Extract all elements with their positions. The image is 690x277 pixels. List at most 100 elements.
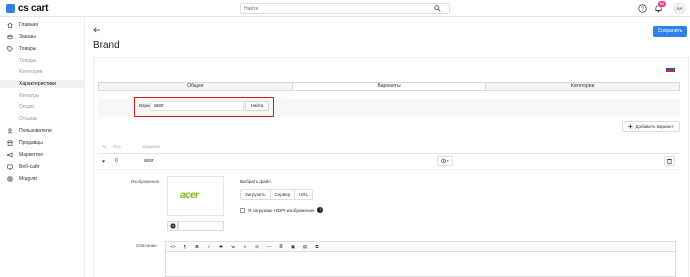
sidebar-subitem-categories[interactable]: Категории	[0, 68, 85, 76]
image-button[interactable]: ▣	[289, 243, 297, 250]
unordered-list-button[interactable]: ≔	[229, 243, 237, 250]
image-label: Изображение	[131, 179, 160, 184]
horizontal-rule-button[interactable]: —	[265, 243, 273, 250]
bold-button[interactable]: B	[193, 243, 201, 250]
upload-button-group: Загрузить Сервер URL	[240, 189, 314, 200]
sidebar-item-products[interactable]: Товары	[0, 45, 85, 53]
tab-general[interactable]: Общее	[99, 83, 293, 90]
ordered-list-button[interactable]: ≡	[241, 243, 249, 250]
alt-text-button[interactable]	[167, 221, 178, 231]
column-header-variant: Вариант	[143, 144, 161, 149]
sidebar-item-label: Маркетинг	[19, 152, 44, 158]
sidebar-item-label: Категории	[19, 69, 43, 75]
tabs: Общее Варианты Категории	[98, 82, 680, 91]
acer-logo-image: acer	[180, 190, 199, 201]
help-icon[interactable]: ?	[638, 4, 647, 13]
question-icon[interactable]: ?	[317, 207, 324, 213]
sidebar-item-label: Опции	[19, 104, 35, 110]
orders-icon	[7, 34, 13, 40]
search-icon[interactable]	[434, 5, 441, 12]
comment-icon	[169, 223, 176, 229]
collapse-all-chevron-icon[interactable]	[102, 144, 107, 149]
add-variant-button[interactable]: Добавить вариант	[622, 121, 680, 132]
variant-search-input[interactable]: acer	[150, 101, 244, 111]
sidebar-item-website[interactable]: Веб-сайт	[0, 163, 85, 171]
tag-icon	[7, 46, 13, 52]
variant-name[interactable]: acer	[144, 158, 154, 164]
sidebar-item-orders[interactable]: Заказы	[0, 33, 85, 41]
sidebar-subitem-products[interactable]: Товары	[0, 57, 85, 65]
alt-text-input[interactable]	[178, 221, 224, 231]
row-expand-caret-icon[interactable]	[101, 159, 106, 164]
gear-icon	[440, 158, 449, 164]
hidpi-label: Я загружаю HiDPI-изображение	[248, 207, 315, 213]
user-icon	[7, 128, 13, 134]
delete-variant-button[interactable]	[664, 156, 675, 166]
megaphone-icon	[7, 152, 13, 158]
divider	[98, 153, 680, 154]
page-title: Brand	[93, 40, 120, 51]
save-button[interactable]: Сохранить	[653, 26, 687, 37]
code-view-button[interactable]: <>	[169, 243, 177, 250]
add-variant-label: Добавить вариант	[635, 124, 674, 129]
upload-server-button[interactable]: Сервер	[270, 190, 296, 199]
plus-icon	[628, 124, 634, 129]
divider	[98, 169, 680, 170]
align-button[interactable]: ≣	[277, 243, 285, 250]
search-input[interactable]	[241, 4, 431, 13]
upload-local-button[interactable]: Загрузить	[241, 190, 271, 199]
back-arrow-icon[interactable]	[93, 27, 101, 33]
sidebar-item-addons[interactable]: Модули	[0, 175, 85, 183]
variant-position[interactable]: 0	[115, 158, 118, 164]
sidebar-item-marketing[interactable]: Маркетинг	[0, 151, 85, 159]
sidebar-item-home[interactable]: Главная	[0, 21, 85, 29]
sidebar-subitem-features[interactable]: Характеристики	[0, 80, 85, 88]
home-icon	[7, 22, 13, 28]
sidebar-item-label: Модули	[19, 176, 37, 182]
variant-settings-button[interactable]	[437, 156, 453, 166]
table-button[interactable]: ▤	[301, 243, 309, 250]
sidebar-subitem-filters[interactable]: Фильтры	[0, 92, 85, 100]
avatar[interactable]: AA	[673, 2, 686, 15]
top-bar: cs cart ? 60 AA	[0, 0, 690, 17]
upload-url-button[interactable]: URL	[295, 190, 313, 199]
link-button[interactable]: ⊝	[253, 243, 261, 250]
svg-text:?: ?	[641, 6, 644, 12]
cs-cart-logo[interactable]: cs cart	[6, 3, 48, 14]
find-button[interactable]: Найти	[245, 101, 269, 111]
logo-text: cs cart	[18, 3, 49, 14]
sidebar-item-users[interactable]: Пользователи	[0, 127, 85, 135]
logo-mark-icon	[6, 4, 15, 13]
hidpi-option: Я загружаю HiDPI-изображение ?	[240, 207, 324, 213]
notification-badge: 60	[658, 1, 666, 7]
globe-icon	[7, 164, 13, 170]
editor-toolbar: <> ¶ B I S ≔ ≡ ⊝ — ≣ ▣ ▤ ⧉	[165, 241, 676, 252]
sidebar: Главная Заказы Товары Товары Категории Х…	[0, 17, 85, 277]
sidebar-item-label: Товары	[19, 58, 37, 64]
sidebar-subitem-options[interactable]: Опции	[0, 103, 85, 111]
sidebar-item-label: Характеристики	[19, 81, 57, 87]
tab-categories[interactable]: Категории	[486, 83, 680, 90]
description-label: Описание	[136, 243, 157, 248]
sidebar-subitem-reviews[interactable]: Отзывы	[0, 115, 85, 123]
video-button[interactable]: ⧉	[313, 243, 321, 250]
description-editor[interactable]	[165, 252, 676, 277]
store-icon	[7, 140, 13, 146]
language-flag-icon[interactable]	[666, 66, 675, 72]
trash-icon	[667, 159, 672, 164]
tab-variants[interactable]: Варианты	[292, 83, 487, 90]
strikethrough-button[interactable]: S	[217, 243, 225, 250]
italic-button[interactable]: I	[205, 243, 213, 250]
sidebar-item-label: Веб-сайт	[19, 164, 40, 170]
paragraph-button[interactable]: ¶	[181, 243, 189, 250]
hidpi-checkbox[interactable]	[240, 207, 245, 213]
sidebar-item-label: Продавцы	[19, 140, 43, 146]
sidebar-item-vendors[interactable]: Продавцы	[0, 139, 85, 147]
sidebar-item-label: Заказы	[19, 34, 36, 40]
sidebar-item-label: Главная	[19, 22, 39, 28]
sidebar-item-label: Отзывы	[19, 116, 38, 122]
sidebar-item-label: Пользователи	[19, 128, 52, 134]
sidebar-item-label: Фильтры	[19, 93, 40, 99]
choose-file-label: Выбрать файл	[240, 179, 271, 184]
search-box	[240, 3, 450, 14]
